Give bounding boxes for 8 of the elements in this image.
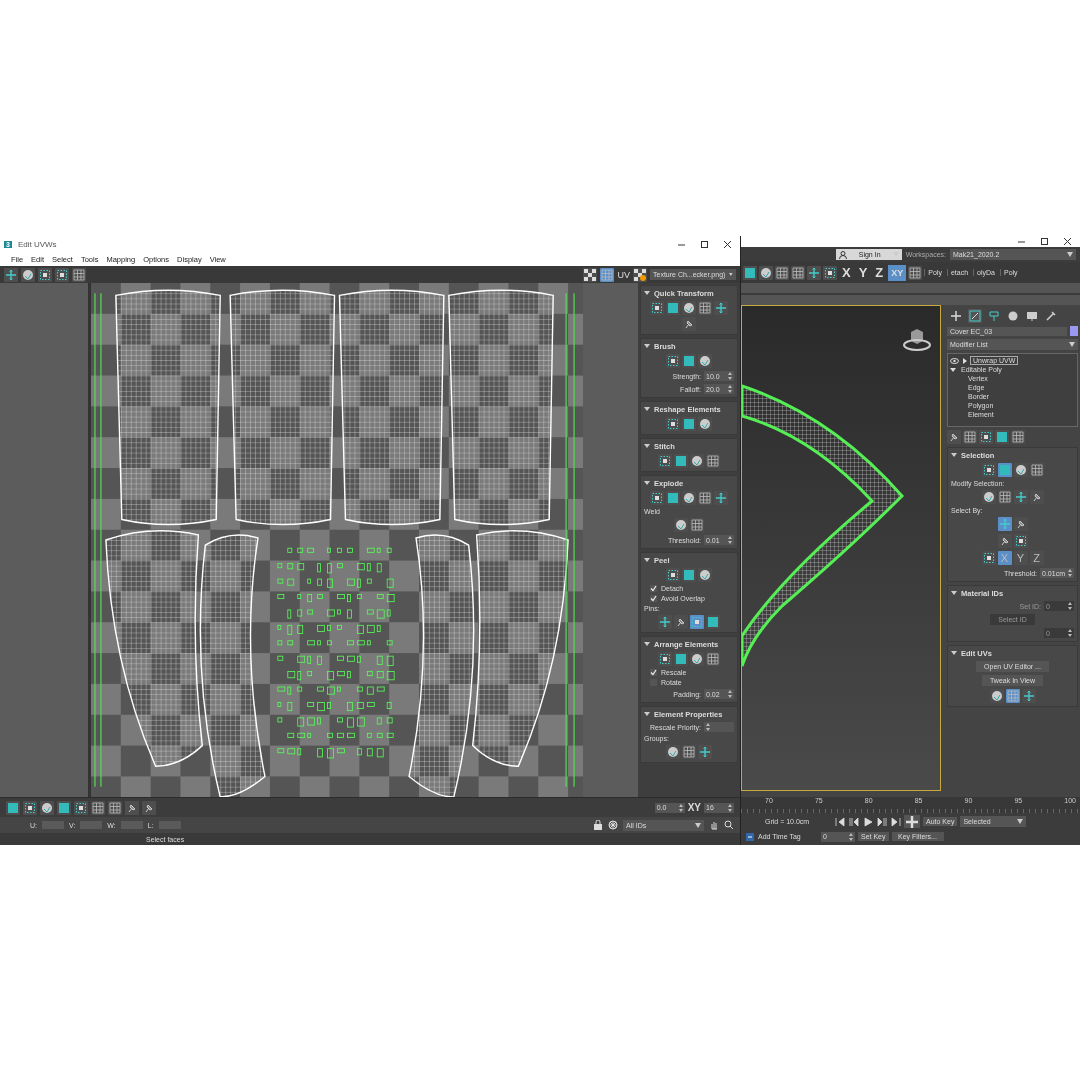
tool-button[interactable]: Z — [1029, 551, 1044, 565]
window-title: Edit UVWs — [17, 240, 57, 249]
uv-label: UV — [617, 269, 630, 280]
axis-label: XY — [687, 802, 701, 813]
axis-button[interactable]: Z — [872, 264, 887, 281]
axis-button[interactable]: Y — [855, 264, 871, 281]
axis-button[interactable]: X — [839, 264, 854, 281]
tool-button[interactable]: Y — [1013, 551, 1028, 565]
